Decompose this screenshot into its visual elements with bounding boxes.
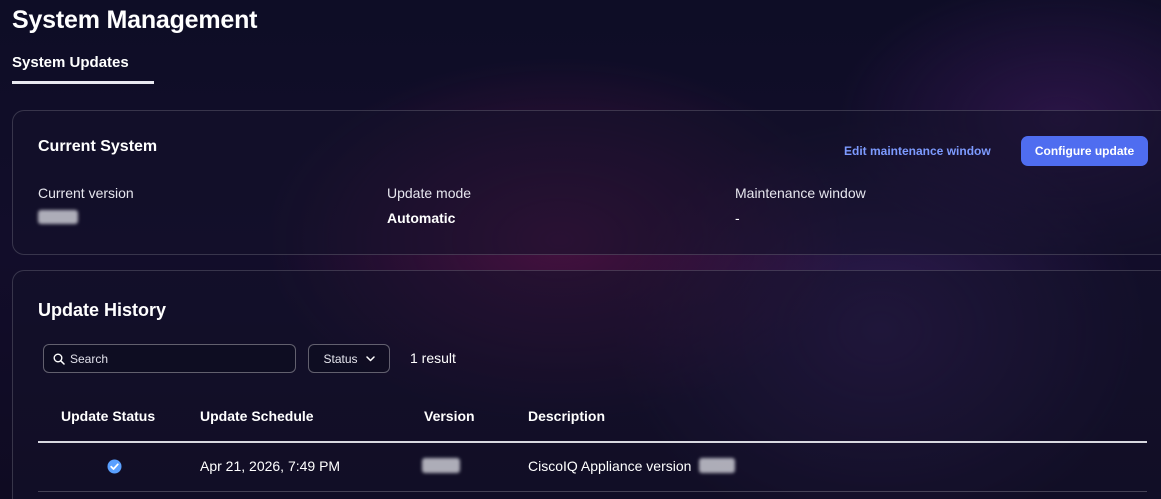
description-text: CiscoIQ Appliance version bbox=[528, 458, 692, 474]
column-header-version[interactable]: Version bbox=[424, 408, 475, 424]
tab-bar: System Updates bbox=[12, 54, 154, 84]
description-version-redacted bbox=[699, 458, 736, 473]
status-filter-dropdown[interactable]: Status bbox=[308, 344, 390, 373]
status-filter-label: Status bbox=[323, 351, 358, 366]
update-history-card: Update History Status 1 result Update St… bbox=[12, 270, 1161, 499]
tab-system-updates[interactable]: System Updates bbox=[12, 54, 154, 84]
page-title: System Management bbox=[12, 6, 258, 34]
version-value-redacted bbox=[422, 458, 460, 473]
row-divider bbox=[38, 491, 1147, 492]
configure-update-button[interactable]: Configure update bbox=[1021, 136, 1148, 166]
table-row[interactable]: Apr 21, 2026, 7:49 PM CiscoIQ Appliance … bbox=[38, 443, 1147, 492]
maintenance-window-label: Maintenance window bbox=[735, 185, 866, 201]
update-history-heading: Update History bbox=[38, 300, 167, 320]
chevron-down-icon bbox=[365, 355, 375, 361]
search-icon bbox=[53, 353, 65, 365]
edit-maintenance-window-link[interactable]: Edit maintenance window bbox=[844, 144, 991, 158]
current-system-heading: Current System bbox=[38, 138, 158, 155]
description-cell: CiscoIQ Appliance version bbox=[528, 458, 736, 474]
success-check-icon bbox=[107, 459, 122, 474]
current-system-card: Current System Edit maintenance window C… bbox=[12, 110, 1161, 255]
search-input[interactable] bbox=[70, 351, 270, 366]
current-version-value-redacted bbox=[38, 210, 78, 224]
maintenance-window-field: Maintenance window - bbox=[735, 185, 866, 226]
update-mode-value: Automatic bbox=[387, 210, 456, 226]
column-header-update-schedule[interactable]: Update Schedule bbox=[200, 408, 314, 424]
version-cell bbox=[422, 458, 460, 476]
update-mode-field: Update mode Automatic bbox=[387, 185, 471, 226]
current-version-label: Current version bbox=[38, 185, 134, 201]
maintenance-window-value: - bbox=[735, 210, 740, 226]
update-schedule-cell: Apr 21, 2026, 7:49 PM bbox=[200, 458, 341, 474]
search-box[interactable] bbox=[43, 344, 296, 373]
update-mode-label: Update mode bbox=[387, 185, 472, 201]
column-header-update-status[interactable]: Update Status bbox=[61, 408, 155, 424]
current-version-field: Current version bbox=[38, 185, 134, 227]
column-header-description[interactable]: Description bbox=[528, 408, 605, 424]
result-count: 1 result bbox=[410, 350, 456, 366]
